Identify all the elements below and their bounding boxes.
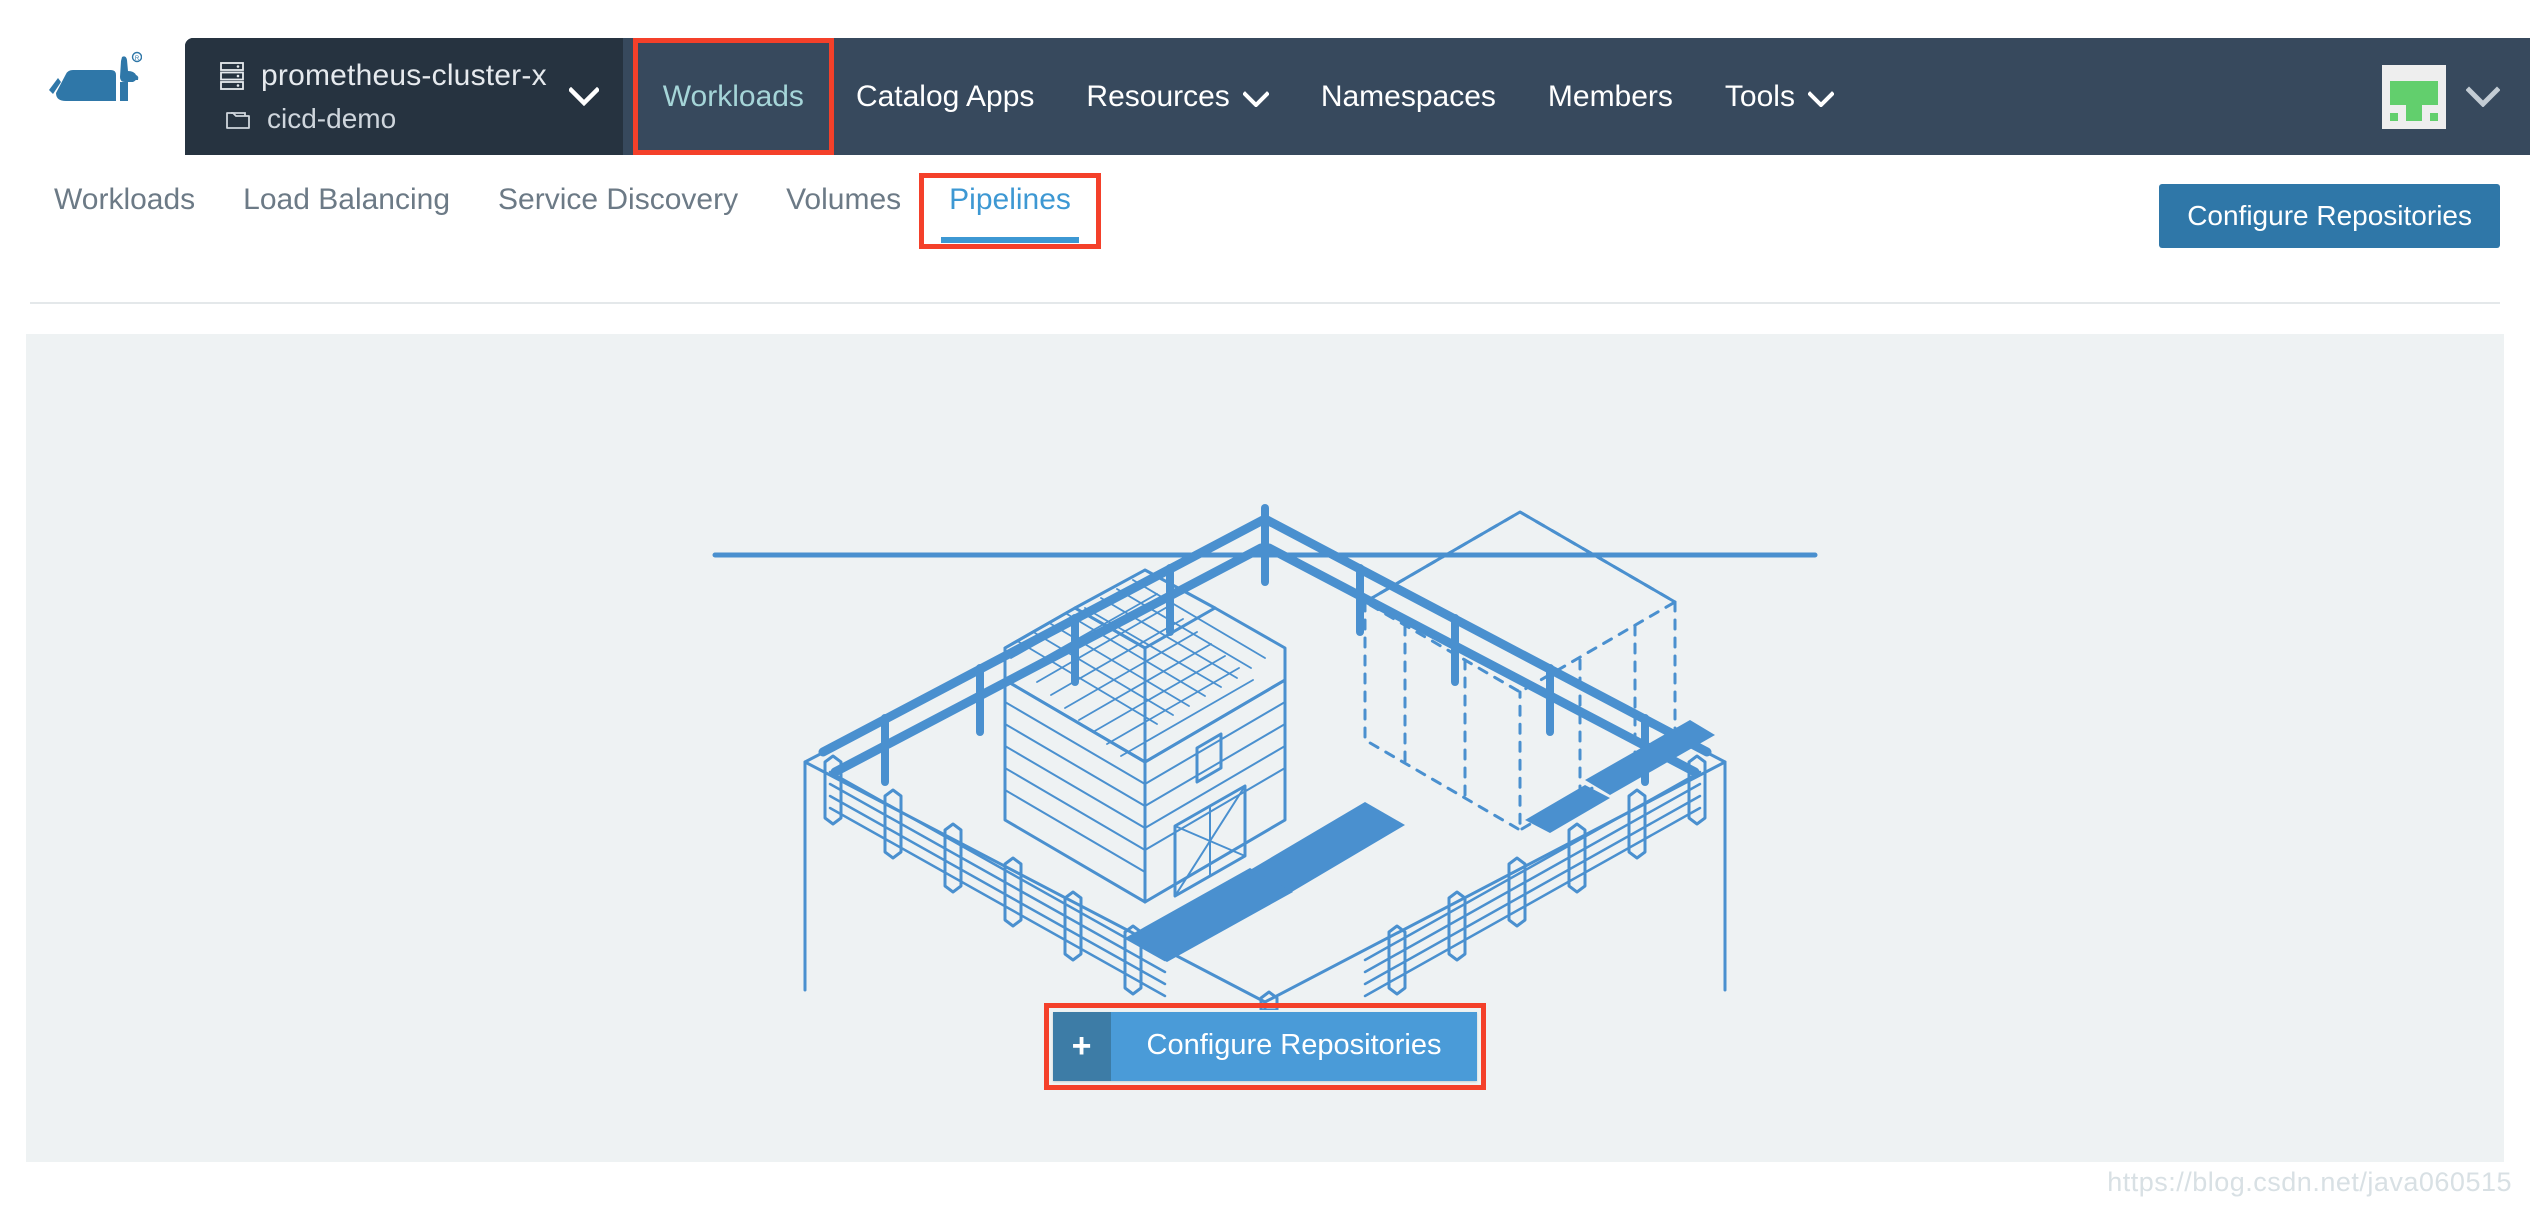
tab-volumes[interactable]: Volumes [762, 183, 925, 239]
tab-pipelines-label: Pipelines [949, 183, 1071, 216]
nav-item-resources-label: Resources [1086, 79, 1230, 113]
tab-workloads-label: Workloads [54, 183, 196, 216]
configure-repositories-cta-button[interactable]: + Configure Repositories [1052, 1012, 1478, 1081]
cluster-project-selector[interactable]: prometheus-cluster-x cicd-demo [185, 38, 623, 155]
nav-links: Workloads Catalog Apps Resources Namespa… [623, 38, 2530, 155]
empty-state-illustration [26, 390, 2504, 1010]
nav-item-namespaces-label: Namespaces [1320, 79, 1496, 113]
rancher-cow-logo-icon: R [48, 51, 142, 101]
cluster-selector-chevron-down-icon[interactable] [568, 87, 599, 106]
cluster-row: prometheus-cluster-x [219, 59, 547, 93]
tools-chevron-down-icon [1807, 90, 1834, 107]
plus-icon: + [1052, 1012, 1111, 1081]
user-menu-chevron-down-icon[interactable] [2466, 86, 2500, 107]
sub-tabs: Workloads Load Balancing Service Discove… [30, 183, 1095, 243]
header-user-area [2382, 64, 2530, 129]
configure-repositories-header-button[interactable]: Configure Repositories [2159, 184, 2500, 248]
nav-item-workloads-label: Workloads [662, 79, 804, 113]
nav-item-catalog-apps[interactable]: Catalog Apps [830, 38, 1060, 155]
identicon-avatar[interactable] [2382, 64, 2446, 129]
nav-item-members-label: Members [1547, 79, 1673, 113]
nav-item-tools[interactable]: Tools [1699, 38, 1860, 155]
nav-item-tools-label: Tools [1724, 79, 1795, 113]
configure-repositories-cta-label: Configure Repositories [1110, 1012, 1478, 1081]
tab-load-balancing[interactable]: Load Balancing [219, 183, 474, 239]
cluster-selector-labels: prometheus-cluster-x cicd-demo [219, 59, 547, 135]
isometric-barn-fence-icon [712, 504, 1818, 1010]
nav-item-members[interactable]: Members [1522, 38, 1699, 155]
top-header: R prometheus-cluster-x cicd-demo Workloa… [0, 0, 2530, 155]
nav-item-workloads[interactable]: Workloads [637, 38, 830, 155]
cluster-name: prometheus-cluster-x [261, 58, 547, 92]
nav-item-resources[interactable]: Resources [1060, 38, 1294, 155]
tab-load-balancing-label: Load Balancing [243, 183, 451, 216]
pipelines-empty-state-panel: + Configure Repositories [26, 334, 2504, 1162]
tab-service-discovery-label: Service Discovery [498, 183, 739, 216]
project-name: cicd-demo [267, 102, 397, 134]
empty-state-cta: + Configure Repositories [26, 1012, 2504, 1081]
rancher-logo[interactable]: R [0, 0, 185, 155]
nav-item-namespaces[interactable]: Namespaces [1295, 38, 1522, 155]
identicon-avatar-icon [2382, 64, 2446, 129]
tab-service-discovery[interactable]: Service Discovery [474, 183, 762, 239]
server-stack-icon [220, 61, 244, 90]
tab-pipelines[interactable]: Pipelines [925, 183, 1095, 243]
sub-tab-bar: Workloads Load Balancing Service Discove… [0, 155, 2530, 333]
folder-icon [226, 111, 250, 129]
resources-chevron-down-icon [1242, 90, 1269, 107]
watermark: https://blog.csdn.net/java060515 [2107, 1167, 2512, 1197]
sub-tab-divider [30, 302, 2500, 304]
svg-text:R: R [134, 56, 139, 62]
project-row: cicd-demo [219, 103, 547, 135]
nav-item-catalog-apps-label: Catalog Apps [855, 79, 1035, 113]
tab-workloads[interactable]: Workloads [30, 183, 219, 239]
tab-volumes-label: Volumes [786, 183, 902, 216]
main-nav-bar: prometheus-cluster-x cicd-demo Workloads [185, 38, 2530, 155]
